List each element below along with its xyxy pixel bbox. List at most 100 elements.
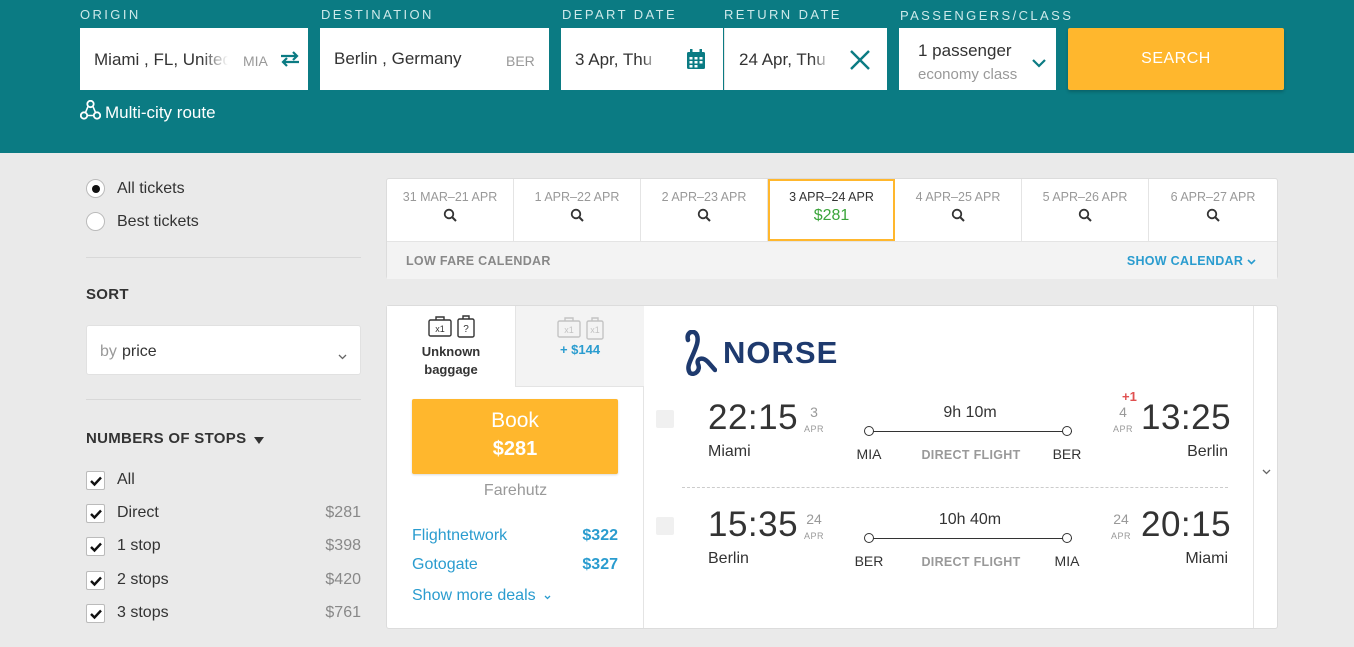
- chevron-down-icon: [338, 347, 347, 365]
- destination-dot-icon: [1062, 426, 1072, 436]
- radio-unselected-icon: [86, 212, 105, 231]
- stops-filter-3-stops[interactable]: 3 stops $761: [86, 602, 361, 624]
- destination-label: DESTINATION: [321, 7, 434, 22]
- baggage-label-line1: Unknown: [421, 344, 481, 359]
- stop-label: 2 stops: [117, 571, 169, 588]
- calendar-day-selected[interactable]: 3 APR–24 APR $281: [768, 179, 895, 241]
- carry-on-x1-icon: x1: [585, 317, 604, 340]
- stops-title-label: NUMBERS OF STOPS: [86, 430, 247, 447]
- search-icon: [387, 208, 513, 227]
- next-day-indicator: +1: [1122, 389, 1137, 404]
- baggage-x1-icon: x1: [556, 317, 581, 338]
- destination-field[interactable]: Berlin , Germany BER: [320, 28, 549, 90]
- calendar-day-label: 3 APR–24 APR: [789, 190, 874, 204]
- baggage-icons: x1 ?: [387, 315, 515, 339]
- depart-label: DEPART DATE: [562, 7, 678, 22]
- segment-select-checkbox[interactable]: [656, 517, 674, 535]
- baggage-tab-upgrade[interactable]: x1 x1 + $144: [515, 306, 644, 387]
- baggage-upgrade-icons: x1 x1: [516, 317, 644, 340]
- stops-filter-direct[interactable]: Direct $281: [86, 502, 361, 524]
- show-calendar-label: SHOW CALENDAR: [1126, 254, 1244, 268]
- calendar-day-label: 5 APR–26 APR: [1042, 190, 1128, 204]
- search-icon: [1022, 208, 1148, 227]
- calendar-day[interactable]: 31 MAR–21 APR: [387, 179, 514, 241]
- calendar-day[interactable]: 5 APR–26 APR: [1022, 179, 1149, 241]
- destination-airport-code: MIA: [1054, 553, 1080, 569]
- baggage-label-line2: baggage: [424, 362, 478, 377]
- class-value: economy class: [918, 66, 1018, 83]
- agency-name: Farehutz: [483, 482, 548, 499]
- svg-text:x1: x1: [590, 325, 600, 335]
- search-button[interactable]: SEARCH: [1068, 28, 1284, 90]
- deal-row[interactable]: Gotogate $327: [412, 556, 618, 574]
- origin-airport-code: BER: [854, 553, 884, 569]
- passengers-value: 1 passenger: [918, 41, 1012, 60]
- destination-airport-code: BER: [1052, 446, 1082, 462]
- svg-text:x1: x1: [564, 325, 574, 335]
- route-icon: [79, 99, 102, 125]
- departure-time: 15:35: [708, 505, 799, 544]
- segment-select-checkbox[interactable]: [656, 410, 674, 428]
- stop-price: $398: [325, 537, 361, 554]
- baggage-label: Unknown baggage: [387, 343, 515, 379]
- sort-select[interactable]: by price: [86, 325, 361, 375]
- book-label: Book: [491, 409, 539, 432]
- book-button[interactable]: Book $281: [412, 399, 618, 474]
- all-tickets-label: All tickets: [117, 179, 185, 197]
- return-label: RETURN DATE: [724, 7, 842, 22]
- expand-ticket-button[interactable]: [1253, 306, 1277, 628]
- baggage-upgrade-price: + $144: [559, 342, 601, 357]
- ticket-card: x1 ? Unknown baggage x1 x1 + $144 Book $…: [386, 305, 1278, 629]
- best-tickets-label: Best tickets: [117, 212, 199, 230]
- best-tickets-radio[interactable]: Best tickets: [86, 212, 199, 231]
- caret-down-icon: [254, 431, 265, 448]
- multicity-link[interactable]: Multi-city route: [79, 99, 216, 125]
- passengers-field[interactable]: 1 passenger economy class: [899, 28, 1056, 90]
- stops-filter-all[interactable]: All: [86, 469, 361, 491]
- destination-dot-icon: [1062, 533, 1072, 543]
- departure-day: 3: [810, 404, 818, 420]
- clear-return-icon[interactable]: [849, 49, 871, 76]
- stop-price: $281: [325, 504, 361, 521]
- search-icon: [895, 208, 1021, 227]
- divider: [86, 257, 361, 258]
- stop-label: 1 stop: [117, 537, 161, 554]
- show-calendar-link[interactable]: SHOW CALENDAR: [1127, 254, 1256, 268]
- chevron-down-icon: [544, 587, 551, 604]
- deal-price: $322: [582, 527, 618, 544]
- arrival-city: Berlin: [1187, 443, 1228, 460]
- origin-field[interactable]: Miami , FL, United States MIA: [80, 28, 308, 90]
- all-tickets-radio[interactable]: All tickets: [86, 179, 185, 198]
- origin-code: MIA: [243, 53, 268, 69]
- stops-filter-2-stops[interactable]: 2 stops $420: [86, 569, 361, 591]
- stops-filter-1-stop[interactable]: 1 stop $398: [86, 535, 361, 557]
- checkbox-checked-icon[interactable]: [86, 536, 105, 556]
- stop-label: All: [117, 471, 135, 488]
- stop-price: $761: [325, 604, 361, 621]
- checkbox-checked-icon[interactable]: [86, 603, 105, 623]
- calendar-day[interactable]: 4 APR–25 APR: [895, 179, 1022, 241]
- return-value: 24 Apr, Thu: [739, 50, 826, 69]
- calendar-footer: LOW FARE CALENDAR SHOW CALENDAR: [387, 241, 1277, 279]
- checkbox-checked-icon[interactable]: [86, 503, 105, 523]
- depart-date-field[interactable]: 3 Apr, Thu: [561, 28, 723, 90]
- flight-duration: 9h 10m: [943, 404, 997, 421]
- show-more-deals-link[interactable]: Show more deals: [412, 587, 551, 605]
- baggage-tab-unknown[interactable]: x1 ? Unknown baggage: [387, 306, 515, 387]
- calendar-day[interactable]: 2 APR–23 APR: [641, 179, 768, 241]
- calendar-icon[interactable]: [686, 49, 706, 75]
- calendar-day-price: $281: [813, 207, 850, 224]
- checkbox-checked-icon[interactable]: [86, 570, 105, 590]
- arrival-month: APR: [1113, 424, 1134, 434]
- baggage-x1-icon: x1: [427, 316, 452, 337]
- stops-title[interactable]: NUMBERS OF STOPS: [86, 429, 265, 448]
- segment-divider: [682, 487, 1228, 488]
- calendar-day[interactable]: 6 APR–27 APR: [1149, 179, 1277, 241]
- deal-row[interactable]: Flightnetwork $322: [412, 527, 618, 545]
- return-date-field[interactable]: 24 Apr, Thu: [724, 28, 887, 90]
- calendar-day[interactable]: 1 APR–22 APR: [514, 179, 641, 241]
- swap-icon[interactable]: [279, 50, 301, 73]
- checkbox-checked-icon[interactable]: [86, 470, 105, 490]
- multicity-label: Multi-city route: [105, 102, 216, 122]
- passengers-label: PASSENGERS/CLASS: [900, 8, 1074, 23]
